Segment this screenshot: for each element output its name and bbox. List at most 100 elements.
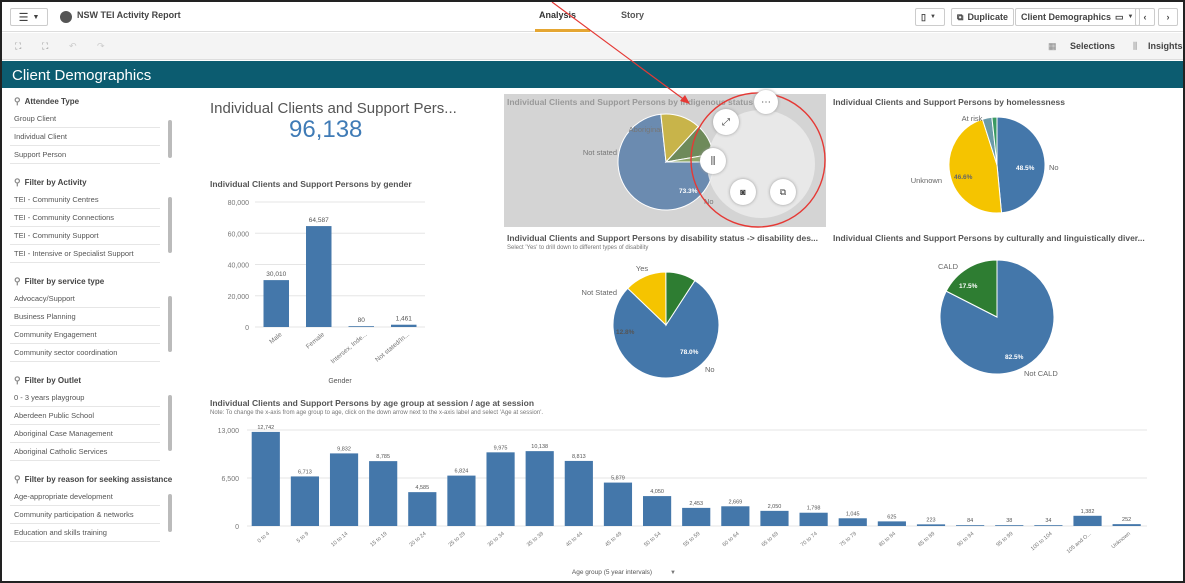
bar-value-label: 2,453 — [689, 501, 703, 507]
filter-list-item[interactable]: Age-appropriate development — [10, 488, 160, 506]
filter-list-item[interactable]: Individual Client — [10, 128, 160, 146]
age-bar — [369, 461, 398, 526]
insights-button[interactable]: Insights — [1148, 41, 1183, 51]
smart-search-icon[interactable]: ⛶ — [15, 41, 27, 52]
filter-group-title[interactable]: ⚲ Filter by Activity — [10, 173, 176, 191]
age-bar — [721, 506, 750, 526]
bookmark-button[interactable]: ▯ ▼ — [915, 8, 945, 26]
filter-group-title[interactable]: ⚲ Filter by Outlet — [10, 371, 176, 389]
y-tick-label: 0 — [235, 524, 239, 531]
export-button[interactable]: ⧉ — [770, 179, 796, 205]
bar-value-label: 64,587 — [309, 217, 329, 224]
cald-chart[interactable]: CALD Not CALD 17.5% 82.5% — [832, 247, 1177, 387]
bar-value-label: 1,382 — [1081, 509, 1095, 515]
filter-list-item[interactable]: TEI - Community Support — [10, 227, 160, 245]
filter-list-item[interactable]: Community participation & networks — [10, 506, 160, 524]
pie-label: Yes — [636, 264, 648, 273]
gender-bar — [263, 280, 289, 327]
selections-button[interactable]: Selections — [1070, 41, 1115, 51]
filter-title-label: Filter by service type — [24, 276, 105, 286]
explore-button[interactable]: ⫼ — [700, 148, 726, 174]
filter-list-item[interactable]: 0 - 3 years playgroup — [10, 389, 160, 407]
age-bar — [760, 510, 789, 526]
x-tick-label: 10 to 14 — [330, 531, 349, 548]
snapshot-button[interactable]: ◙ — [730, 179, 756, 205]
homelessness-chart[interactable]: At risk Unknown No 46.6% 48.5% — [832, 107, 1177, 227]
filter-group-title[interactable]: ⚲ Attendee Type — [10, 92, 176, 110]
filter-list-item[interactable]: Advocacy/Support — [10, 290, 160, 308]
pie-value-label: 48.5% — [1016, 165, 1035, 172]
age-bar — [525, 451, 554, 526]
x-tick-label: Male — [268, 331, 284, 346]
tab-analysis[interactable]: Analysis — [539, 10, 576, 20]
more-options-button[interactable]: ⋯ — [754, 90, 778, 114]
filter-scrollbar[interactable] — [168, 395, 172, 451]
bar-value-label: 625 — [887, 514, 896, 520]
age-bar — [290, 476, 319, 526]
age-bar — [838, 518, 867, 526]
filter-list-item[interactable]: Aberdeen Public School — [10, 407, 160, 425]
y-tick-label: 60,000 — [228, 231, 250, 238]
duplicate-label: Duplicate — [967, 12, 1008, 22]
x-tick-label: Unknown — [1111, 531, 1132, 550]
filter-scrollbar[interactable] — [168, 197, 172, 253]
x-tick-label: 85 to 89 — [917, 531, 936, 548]
x-tick-label: Female — [305, 331, 326, 351]
search-icon: ⚲ — [14, 473, 21, 484]
bar-value-label: 2,669 — [728, 499, 742, 505]
app-window: ☰ ▼ NSW TEI Activity Report Analysis Sto… — [0, 0, 1185, 583]
filter-list-item[interactable]: Education and skills training — [10, 524, 160, 542]
filter-list-item[interactable]: Aboriginal Case Management — [10, 425, 160, 443]
search-icon: ⚲ — [14, 176, 21, 187]
step-back-icon[interactable]: ↶ — [69, 41, 81, 52]
x-tick-label: 5 to 9 — [296, 531, 310, 544]
filter-scrollbar[interactable] — [168, 494, 172, 532]
filter-list-item[interactable]: Community Engagement — [10, 326, 160, 344]
kpi-title: Individual Clients and Support Pers... — [210, 100, 457, 117]
filter-scrollbar[interactable] — [168, 296, 172, 352]
disability-chart-subtitle: Select 'Yes' to drill down to different … — [507, 245, 649, 251]
filter-list-item[interactable]: Support Person — [10, 146, 160, 164]
filter-group: ⚲ Filter by Outlet 0 - 3 years playgroup Ab… — [10, 371, 176, 461]
selections-tool-icon[interactable]: ⛶ — [42, 41, 54, 52]
camera-icon: ◙ — [740, 187, 746, 197]
x-tick-label: 75 to 79 — [839, 531, 858, 548]
gender-chart[interactable]: 0 20,000 40,000 60,000 80,000 30,010 Male 64,58… — [207, 194, 432, 389]
sheet-selector[interactable]: Client Demographics ▭ ▼ — [1015, 8, 1140, 26]
next-sheet-button[interactable]: › — [1158, 8, 1178, 26]
insights-icon: ⫼ — [1133, 41, 1138, 51]
chevron-down-icon: ▼ — [929, 14, 936, 20]
bar-value-label: 30,010 — [266, 271, 286, 278]
search-icon: ⚲ — [14, 275, 21, 286]
hamburger-icon: ☰ — [18, 11, 29, 24]
filter-scrollbar[interactable] — [168, 120, 172, 158]
filter-group-title[interactable]: ⚲ Filter by service type — [10, 272, 176, 290]
filter-list-item[interactable]: TEI - Intensive or Specialist Support — [10, 245, 160, 263]
tab-story[interactable]: Story — [621, 10, 644, 20]
indigenous-chart-title: Individual Clients and Support Persons b… — [507, 97, 754, 107]
filter-list-item[interactable]: TEI - Community Centres — [10, 191, 160, 209]
filter-list-item[interactable]: Aboriginal Catholic Services — [10, 443, 160, 461]
fullscreen-button[interactable]: ⤢ — [713, 109, 739, 135]
menu-button[interactable]: ☰ ▼ — [10, 8, 48, 26]
age-bar — [643, 496, 672, 526]
filter-group: ⚲ Filter by service type Advocacy/Support B… — [10, 272, 176, 362]
filter-list-item[interactable]: TEI - Community Connections — [10, 209, 160, 227]
step-forward-icon[interactable]: ↷ — [97, 41, 109, 52]
filter-list-item[interactable]: Business Planning — [10, 308, 160, 326]
chevron-right-icon: › — [1166, 12, 1170, 22]
pie-label: At risk — [962, 114, 983, 123]
age-bar — [1112, 524, 1141, 526]
filter-group-title[interactable]: ⚲ Filter by reason for seeking assistance — [10, 470, 176, 488]
age-chart-subtitle: Note: To change the x-axis from age grou… — [210, 410, 544, 416]
filter-list-item[interactable]: Group Client — [10, 110, 160, 128]
disability-chart[interactable]: Yes Not Stated No 12.8% 78.0% — [504, 252, 826, 387]
filter-title-label: Filter by Outlet — [24, 375, 82, 385]
x-tick-label: 20 to 24 — [408, 531, 427, 548]
previous-sheet-button[interactable]: ‹ — [1135, 8, 1155, 26]
filter-list-item[interactable]: Community sector coordination — [10, 344, 160, 362]
age-chart[interactable]: 0 6,500 13,000 12,742 0 to 4 6,713 5 to 9 9,832… — [207, 420, 1157, 582]
filter-title-label: Filter by reason for seeking assistance — [24, 474, 173, 484]
duplicate-button[interactable]: ⧉ Duplicate — [951, 8, 1014, 26]
age-bar — [564, 460, 593, 526]
